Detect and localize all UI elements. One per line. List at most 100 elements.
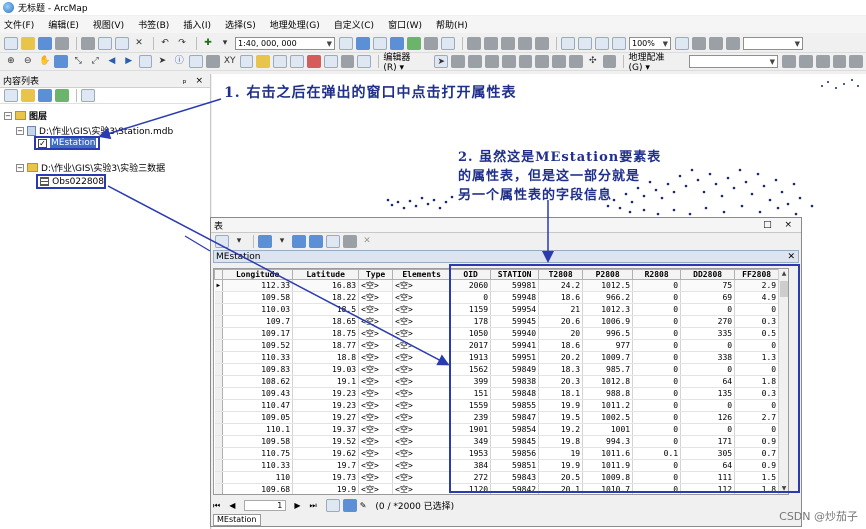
editing-option-icon[interactable] (602, 55, 617, 68)
table-cell[interactable]: <空> (358, 399, 394, 412)
zoom-100-icon[interactable] (578, 37, 592, 50)
table-cell[interactable]: <空> (392, 375, 452, 388)
table-cell[interactable]: 108.62 (222, 375, 294, 388)
menu-insert[interactable]: 插入(I) (183, 18, 211, 31)
layout-tool-icon[interactable] (518, 37, 532, 50)
swipe-icon[interactable] (323, 55, 338, 68)
row-selector[interactable] (214, 435, 224, 448)
list-by-drawing-order-icon[interactable] (4, 89, 18, 102)
table-cell[interactable]: <空> (392, 291, 452, 304)
table-cell[interactable]: <空> (392, 399, 452, 412)
undo-icon[interactable]: ↶ (158, 37, 172, 50)
time-slider-icon[interactable] (290, 55, 304, 68)
table-cell[interactable]: 110.1 (222, 423, 294, 436)
row-selector[interactable] (214, 327, 224, 340)
fixed-zoom-in-icon[interactable]: ⤡ (71, 55, 85, 68)
table-cell[interactable]: 109.17 (222, 327, 294, 340)
georef-tool-icon[interactable] (798, 55, 813, 68)
table-cell[interactable]: 18.8 (292, 351, 360, 364)
column-header[interactable]: Longitude (222, 269, 294, 280)
data-driven-pages-icon[interactable] (726, 37, 740, 50)
table-cell[interactable]: <空> (358, 435, 394, 448)
zoom-out-icon[interactable]: ⊖ (21, 55, 35, 68)
toggle-draft-mode-icon[interactable] (675, 37, 689, 50)
table-cell[interactable]: 110.33 (222, 459, 294, 472)
create-features-icon[interactable] (569, 55, 583, 68)
drawing-tool-icon[interactable] (357, 55, 372, 68)
row-selector[interactable] (214, 423, 224, 436)
toc-options-icon[interactable] (81, 89, 95, 102)
table-cell[interactable]: <空> (358, 459, 394, 472)
table-cell[interactable]: 19.23 (292, 399, 360, 412)
table-cell[interactable]: 19.52 (292, 435, 360, 448)
table-cell[interactable]: 110.33 (222, 351, 294, 364)
menu-view[interactable]: 视图(V) (93, 18, 124, 31)
last-record-icon[interactable]: ⏭ (310, 501, 317, 511)
table-cell[interactable]: <空> (392, 459, 452, 472)
table-cell[interactable]: <空> (392, 315, 452, 328)
zoom-whole-page-icon[interactable] (561, 37, 575, 50)
table-cell[interactable]: <空> (358, 327, 394, 340)
next-record-icon[interactable]: ▶ (294, 501, 300, 510)
print-icon[interactable] (55, 37, 69, 50)
table-cell[interactable]: 19.37 (292, 423, 360, 436)
paste-icon[interactable] (115, 37, 129, 50)
table-cell[interactable]: <空> (392, 471, 452, 484)
menu-geoprocessing[interactable]: 地理处理(G) (270, 18, 320, 31)
list-by-visibility-icon[interactable] (38, 89, 52, 102)
row-selector[interactable] (214, 471, 224, 484)
delete-icon[interactable]: ✕ (132, 37, 146, 50)
table-cell[interactable]: 19.1 (292, 375, 360, 388)
python-window-icon[interactable] (424, 37, 438, 50)
table-cell[interactable]: 18.75 (292, 327, 360, 340)
table-cell[interactable]: 109.58 (222, 291, 294, 304)
layout-zoom-combo[interactable]: 100% ▼ (629, 37, 671, 50)
focus-data-frame-icon[interactable] (692, 37, 706, 50)
map-scale-combo[interactable]: 1:40, 000, 000 ▼ (235, 37, 335, 50)
layout-extra-combo[interactable]: ▼ (743, 37, 803, 50)
table-cell[interactable]: 110.47 (222, 399, 294, 412)
table-cell[interactable]: <空> (358, 351, 394, 364)
go-to-xy-icon[interactable]: XY (223, 55, 237, 68)
table-cell[interactable]: <空> (392, 483, 452, 494)
show-selected-records-icon[interactable] (342, 499, 357, 512)
table-cell[interactable]: <空> (392, 351, 452, 364)
row-selector[interactable] (214, 339, 224, 352)
select-by-rectangle-icon[interactable] (138, 55, 153, 68)
row-selector[interactable] (214, 399, 224, 412)
column-header[interactable]: Latitude (292, 269, 360, 280)
table-cell[interactable]: <空> (392, 411, 452, 424)
redo-icon[interactable]: ↷ (175, 37, 189, 50)
collapse-icon[interactable]: − (4, 111, 12, 120)
html-popup-icon[interactable] (273, 55, 288, 68)
table-cell[interactable]: 19.62 (292, 447, 360, 460)
hyperlink-icon[interactable] (256, 55, 271, 68)
georef-tool-icon[interactable] (782, 55, 796, 68)
collapse-icon[interactable]: − (16, 126, 24, 135)
menu-customize[interactable]: 自定义(C) (334, 18, 374, 31)
current-record-field[interactable]: 1 (244, 500, 287, 511)
edit-tool-icon[interactable]: ➤ (434, 55, 449, 68)
split-icon[interactable] (501, 55, 516, 68)
table-cell[interactable]: <空> (392, 363, 452, 376)
toc-layers-group[interactable]: − 图层 (4, 109, 47, 122)
delete-selected-icon[interactable]: ✕ (360, 235, 374, 248)
table-cell[interactable]: 110.75 (222, 447, 294, 460)
table-cell[interactable]: <空> (358, 471, 394, 484)
table-cell[interactable]: 109.52 (222, 339, 294, 352)
menu-edit[interactable]: 编辑(E) (48, 18, 79, 31)
table-cell[interactable]: <空> (358, 483, 394, 494)
table-cell[interactable]: <空> (392, 339, 452, 352)
cut-icon[interactable] (81, 37, 95, 50)
find-icon[interactable] (189, 55, 203, 68)
table-cell[interactable]: 18.77 (292, 339, 360, 352)
table-cell[interactable]: <空> (392, 423, 452, 436)
close-icon[interactable]: ✕ (787, 252, 795, 262)
window-controls-icon[interactable]: □ × (763, 220, 797, 230)
rotate-icon[interactable] (518, 55, 533, 68)
row-selector[interactable] (214, 351, 224, 364)
table-cell[interactable]: <空> (358, 303, 394, 316)
table-cell[interactable]: 109.05 (222, 411, 294, 424)
chevron-down-icon[interactable]: ▾ (232, 235, 246, 248)
editor-toolbar-icon[interactable] (339, 37, 353, 50)
